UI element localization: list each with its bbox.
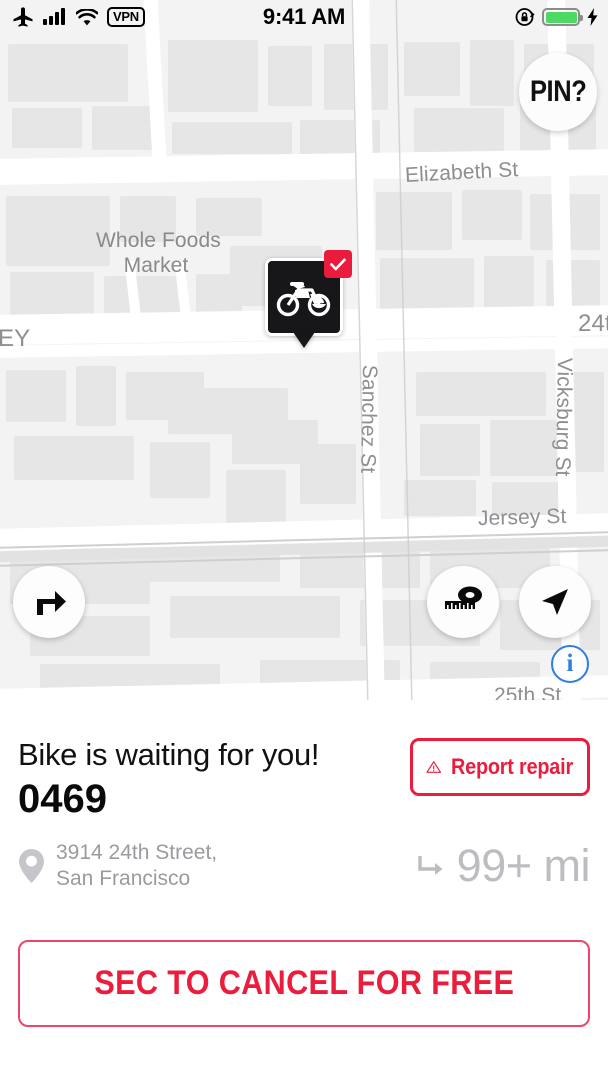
distance-value: 99+ mi	[456, 840, 591, 891]
address-block: 3914 24th Street, San Francisco	[18, 840, 217, 892]
info-glyph: i	[566, 649, 574, 677]
street-label-vicksburg: Vicksburg St	[550, 357, 576, 477]
charging-bolt-icon	[587, 8, 598, 26]
turn-right-arrow-icon	[37, 591, 66, 615]
bike-code: 0469	[18, 777, 107, 821]
directions-button[interactable]	[13, 566, 85, 638]
check-badge-icon	[324, 250, 352, 278]
cancel-button-label: SEC TO CANCEL FOR FREE	[94, 964, 514, 1002]
bike-info-panel: Bike is waiting for you! 0469 Report rep…	[0, 700, 608, 1080]
info-icon[interactable]: i	[551, 645, 589, 683]
status-bar-right	[515, 7, 598, 27]
street-label-24th: 24t	[578, 310, 608, 337]
street-label-sanchez: Sanchez St	[356, 364, 381, 474]
warning-triangle-icon	[426, 761, 442, 773]
cancel-button[interactable]: SEC TO CANCEL FOR FREE	[18, 940, 590, 1027]
bike-icon	[276, 282, 331, 317]
tape-measure-icon	[445, 586, 482, 609]
pin-button-label: PIN?	[529, 75, 587, 108]
map-view[interactable]: Whole Foods Market Elizabeth St EY 24t S…	[0, 0, 608, 700]
distance-block: 99+ mi	[417, 840, 591, 891]
street-label-25th: 25th St	[494, 684, 562, 700]
marker-tail	[293, 332, 315, 348]
pin-button[interactable]: PIN?	[519, 53, 597, 131]
route-arrow-icon	[417, 856, 443, 875]
navigation-arrow-icon	[542, 589, 568, 615]
address-line-1: 3914 24th Street,	[56, 841, 218, 864]
address-lines: 3914 24th Street, San Francisco	[56, 840, 217, 892]
map-poi-label: Market	[123, 254, 189, 277]
bike-map-marker[interactable]	[265, 250, 352, 348]
address-line-2: San Francisco	[56, 867, 191, 890]
locate-me-button[interactable]	[519, 566, 591, 638]
measure-button[interactable]	[427, 566, 499, 638]
address-distance-row: 3914 24th Street, San Francisco 99+ mi	[18, 840, 591, 892]
rotation-lock-icon	[515, 8, 535, 26]
status-bar: VPN 9:41 AM	[0, 0, 608, 34]
street-label-clipped-left: EY	[0, 325, 31, 352]
page-title: Bike is waiting for you!	[18, 737, 320, 772]
report-repair-button[interactable]: Report repair	[410, 738, 590, 796]
report-repair-label: Report repair	[451, 754, 574, 779]
panel-header-row: Bike is waiting for you! 0469 Report rep…	[18, 736, 590, 822]
map-tiles	[0, 0, 608, 700]
bike-status-block: Bike is waiting for you! 0469	[18, 736, 320, 822]
street-label-jersey: Jersey St	[477, 504, 567, 531]
location-pin-icon	[19, 849, 44, 883]
map-poi-label: Whole Foods	[96, 229, 221, 252]
battery-icon	[542, 8, 583, 26]
